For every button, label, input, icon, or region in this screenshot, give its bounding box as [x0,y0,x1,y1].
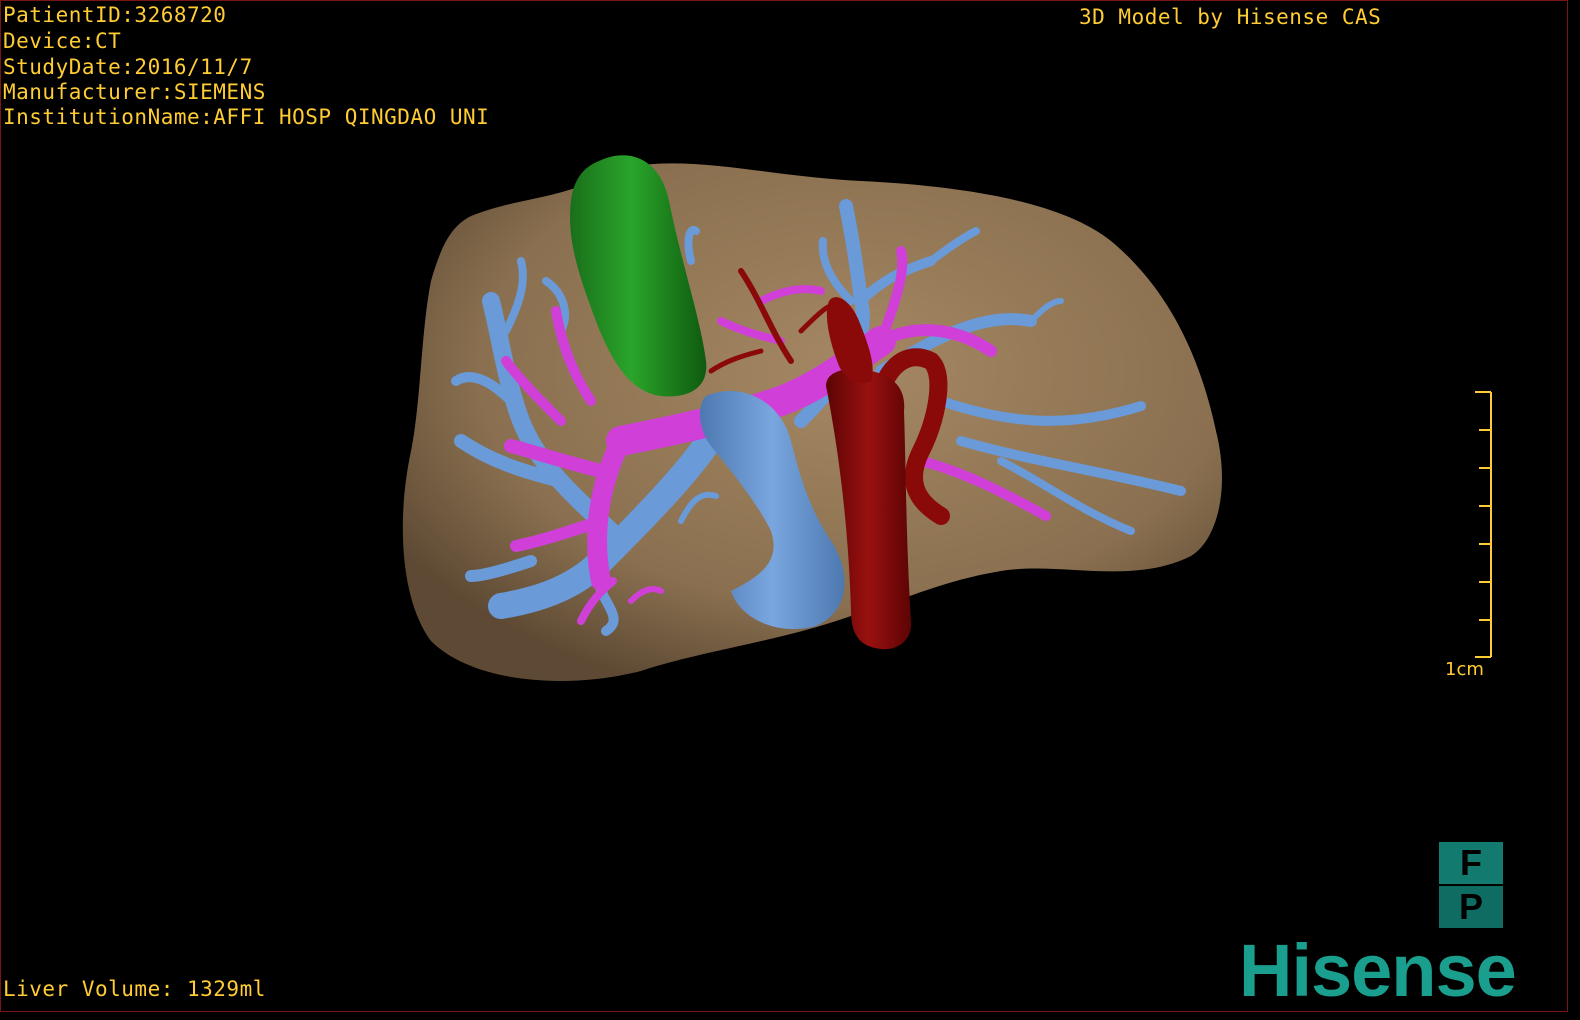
study-date-label: StudyDate:2016/11/7 [3,55,253,79]
scale-bar-label: 1cm [1445,659,1484,680]
orientation-posterior-label: P [1439,886,1503,928]
viewer-frame[interactable]: PatientID:3268720 Device:CT StudyDate:20… [0,0,1568,1012]
liver-volume-label: Liver Volume: 1329ml [3,977,266,1001]
model-credit: 3D Model by Hisense CAS [1079,5,1382,29]
device-label: Device:CT [3,29,122,53]
hisense-logo: Hisense [1239,929,1517,1012]
patient-id-label: PatientID:3268720 [3,3,227,27]
scale-bar [1475,391,1492,658]
orientation-front-label: F [1439,842,1503,884]
liver-3d-model[interactable] [1,1,1568,1012]
manufacturer-label: Manufacturer:SIEMENS [3,80,266,104]
institution-label: InstitutionName:AFFI HOSP QINGDAO UNI [3,105,490,129]
orientation-indicator[interactable]: F P [1439,842,1503,928]
